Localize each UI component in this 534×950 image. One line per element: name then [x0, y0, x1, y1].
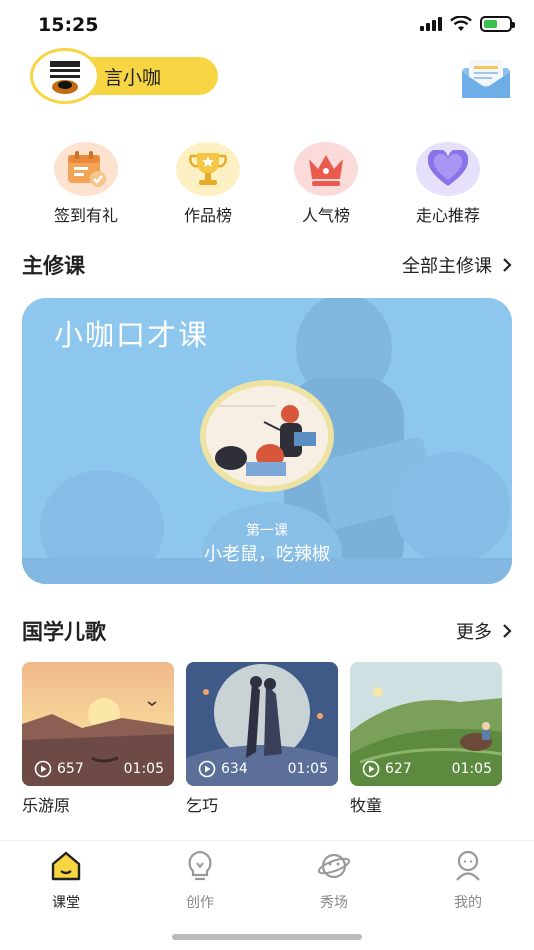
song-card[interactable]: 657 01:05 乐游原	[22, 662, 174, 816]
tab-mine[interactable]: 我的	[428, 849, 508, 912]
username: 言小咖	[104, 66, 162, 89]
song-name: 乐游原	[22, 796, 71, 815]
quick-item-label: 人气榜	[301, 206, 350, 225]
song-meta: 634 01:05	[198, 760, 328, 778]
status-time: 15:25	[38, 14, 99, 36]
play-count: 634	[221, 761, 248, 777]
duration: 01:05	[451, 761, 492, 777]
more-songs-link[interactable]: 更多	[456, 618, 512, 644]
duration: 01:05	[287, 761, 328, 777]
main-course-header: 主修课 全部主修课	[22, 250, 512, 280]
tab-create[interactable]: 创作	[160, 849, 240, 912]
tab-label: 课堂	[52, 895, 80, 911]
lesson-cover-image	[200, 380, 334, 492]
all-main-courses-link[interactable]: 全部主修课	[402, 252, 512, 278]
quick-item-label: 作品榜	[183, 206, 232, 225]
quick-item-works-ranking[interactable]: 作品榜	[158, 142, 258, 226]
song-card[interactable]: 634 01:05 乞巧	[186, 662, 338, 816]
tab-label: 秀场	[320, 895, 348, 911]
song-meta: 657 01:05	[34, 760, 164, 778]
person-icon	[456, 850, 480, 881]
chevron-right-icon	[503, 258, 512, 272]
song-thumbnail: 627 01:05	[350, 662, 502, 786]
battery-icon	[480, 16, 515, 32]
wifi-icon	[450, 16, 472, 31]
crown-icon	[294, 142, 358, 196]
home-icon	[51, 851, 81, 881]
more-label: 更多	[456, 622, 492, 643]
play-circle-icon	[198, 760, 216, 778]
section-title: 主修课	[22, 254, 85, 278]
status-icons	[420, 16, 515, 32]
section-title: 国学儿歌	[22, 620, 106, 644]
song-name: 牧童	[350, 796, 383, 815]
song-card[interactable]: 627 01:05 牧童	[350, 662, 502, 816]
duration: 01:05	[123, 761, 164, 777]
play-circle-icon	[362, 760, 380, 778]
signal-icon	[420, 17, 442, 31]
avatar[interactable]	[30, 48, 100, 104]
quick-item-label: 走心推荐	[415, 206, 480, 225]
chevron-right-icon	[503, 624, 512, 638]
song-thumbnail: 657 01:05	[22, 662, 174, 786]
quick-item-label: 签到有礼	[53, 206, 118, 225]
user-profile-pill[interactable]: 言小咖	[30, 48, 218, 104]
heart-icon	[416, 142, 480, 196]
quick-item-checkin[interactable]: 签到有礼	[36, 142, 136, 226]
home-indicator[interactable]	[172, 934, 362, 940]
mail-icon[interactable]	[460, 58, 512, 100]
song-meta: 627 01:05	[362, 760, 492, 778]
banner-title: 小咖口才课	[54, 318, 210, 352]
lesson-title: 小老鼠，吃辣椒	[204, 544, 330, 565]
tab-label: 创作	[186, 895, 214, 911]
tab-label: 我的	[454, 895, 482, 911]
tab-showcase[interactable]: 秀场	[294, 849, 374, 912]
quick-item-recommend[interactable]: 走心推荐	[398, 142, 498, 226]
trophy-icon	[176, 142, 240, 196]
lightbulb-icon	[188, 850, 212, 881]
play-count: 627	[385, 761, 412, 777]
quick-entries: 签到有礼 作品榜 人气榜 走心推荐	[0, 142, 534, 226]
course-banner[interactable]: 小咖口才课 第一课 小老鼠，吃辣椒	[22, 298, 512, 584]
avatar-icon	[50, 61, 80, 94]
planet-icon	[317, 853, 351, 879]
status-bar: 15:25	[0, 0, 534, 46]
play-circle-icon	[34, 760, 52, 778]
play-count: 657	[57, 761, 84, 777]
more-label: 全部主修课	[402, 256, 492, 277]
lesson-number: 第一课	[246, 523, 288, 539]
tab-classroom[interactable]: 课堂	[26, 849, 106, 912]
song-name: 乞巧	[186, 796, 219, 815]
songs-header: 国学儿歌 更多	[22, 616, 512, 646]
quick-item-popularity-ranking[interactable]: 人气榜	[276, 142, 376, 226]
song-thumbnail: 634 01:05	[186, 662, 338, 786]
calendar-check-icon	[54, 142, 118, 196]
